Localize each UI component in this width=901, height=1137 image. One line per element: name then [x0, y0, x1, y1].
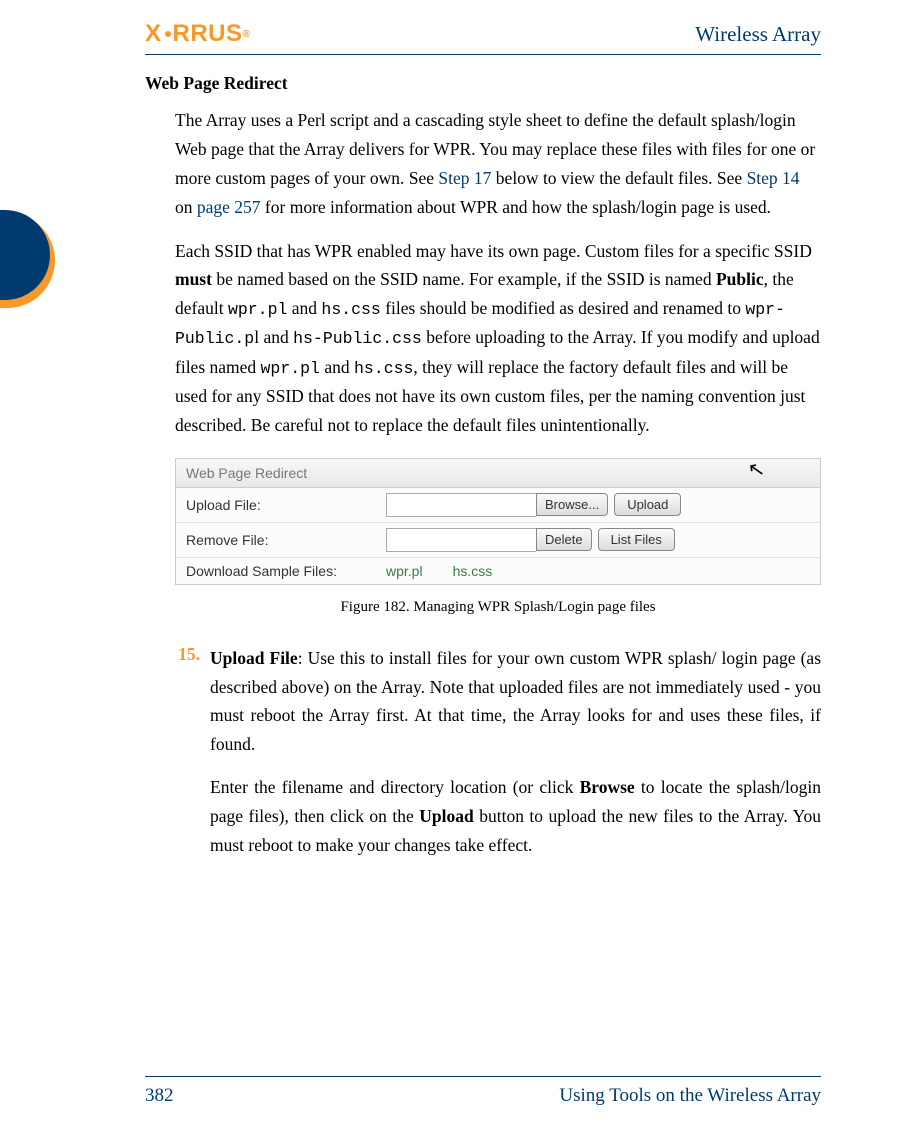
page-number: 382 — [145, 1085, 174, 1107]
link-step17[interactable]: Step 17 — [438, 168, 491, 188]
remove-label: Remove File: — [186, 532, 386, 548]
cursor-icon: ↖ — [746, 455, 767, 483]
link-page257[interactable]: page 257 — [197, 197, 261, 217]
browse-button[interactable]: Browse... — [536, 493, 608, 516]
figure-wpr-ui: Web Page Redirect ↖ Upload File: Browse.… — [175, 458, 821, 585]
step-15-cont: Enter the filename and directory locatio… — [210, 773, 821, 860]
footer-section: Using Tools on the Wireless Array — [559, 1085, 821, 1107]
side-tab — [0, 210, 55, 308]
remove-input[interactable] — [386, 528, 536, 552]
download-label: Download Sample Files: — [186, 563, 386, 579]
upload-label: Upload File: — [186, 497, 386, 513]
step-15: 15. Upload File: Use this to install fil… — [175, 644, 821, 760]
listfiles-button[interactable]: List Files — [598, 528, 675, 551]
download-hs[interactable]: hs.css — [453, 563, 493, 579]
paragraph-1: The Array uses a Perl script and a casca… — [175, 106, 821, 222]
download-wpr[interactable]: wpr.pl — [386, 563, 423, 579]
paragraph-2: Each SSID that has WPR enabled may have … — [175, 237, 821, 440]
figure-caption: Figure 182. Managing WPR Splash/Login pa… — [175, 599, 821, 616]
header-title: Wireless Array — [695, 22, 821, 47]
link-step14[interactable]: Step 14 — [747, 168, 800, 188]
step-num: 15. — [175, 644, 210, 760]
upload-input[interactable] — [386, 493, 536, 517]
fig-header: Web Page Redirect ↖ — [176, 459, 820, 488]
section-title: Web Page Redirect — [145, 73, 821, 94]
upload-button[interactable]: Upload — [614, 493, 681, 516]
page-footer: 382 Using Tools on the Wireless Array — [145, 1076, 821, 1107]
logo: XXIRRUSRRUS® — [145, 20, 250, 48]
delete-button[interactable]: Delete — [536, 528, 592, 551]
page-header: XXIRRUSRRUS® Wireless Array — [145, 20, 821, 55]
